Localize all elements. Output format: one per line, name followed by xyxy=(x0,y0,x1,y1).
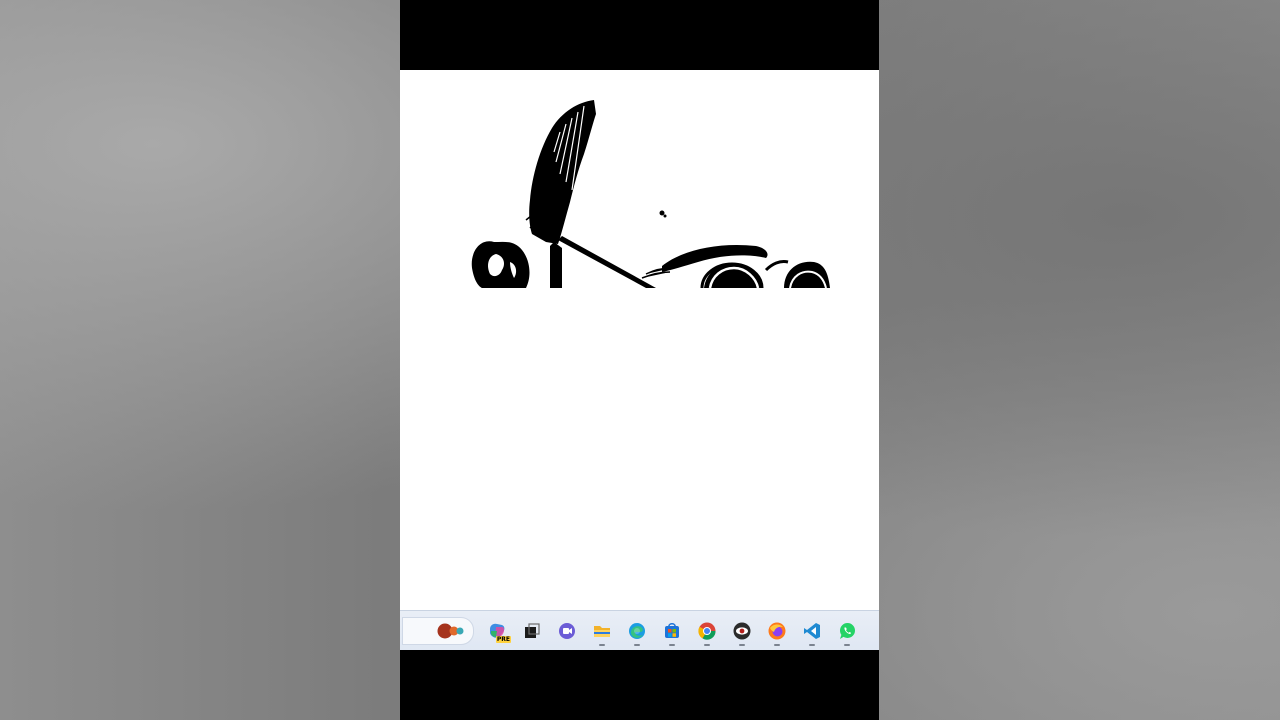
running-indicator xyxy=(599,644,605,646)
edge-icon[interactable] xyxy=(626,616,648,646)
running-indicator xyxy=(739,644,745,646)
taskbar-search-box[interactable] xyxy=(402,617,474,645)
running-indicator xyxy=(634,644,640,646)
running-indicator xyxy=(844,644,850,646)
vscode-icon[interactable] xyxy=(801,616,823,646)
copilot-orb-icon xyxy=(437,623,464,639)
running-indicator xyxy=(809,644,815,646)
copilot-pre-icon[interactable]: PRE xyxy=(486,616,511,646)
microsoft-store-icon[interactable] xyxy=(661,616,683,646)
chrome-icon[interactable] xyxy=(696,616,718,646)
file-explorer-icon[interactable] xyxy=(591,616,613,646)
running-indicator xyxy=(704,644,710,646)
video-frame: PRE xyxy=(400,0,879,720)
firefox-icon[interactable] xyxy=(766,616,788,646)
running-indicator xyxy=(774,644,780,646)
eye-app-icon[interactable] xyxy=(731,616,753,646)
pre-badge: PRE xyxy=(495,636,511,643)
teams-chat-icon[interactable] xyxy=(556,616,578,646)
running-indicator xyxy=(669,644,675,646)
drawing-canvas: PRE xyxy=(400,70,879,650)
whatsapp-icon[interactable] xyxy=(836,616,858,646)
windows-taskbar: PRE xyxy=(400,610,879,650)
task-view-icon[interactable] xyxy=(521,616,543,646)
portrait-sketch xyxy=(471,100,830,288)
